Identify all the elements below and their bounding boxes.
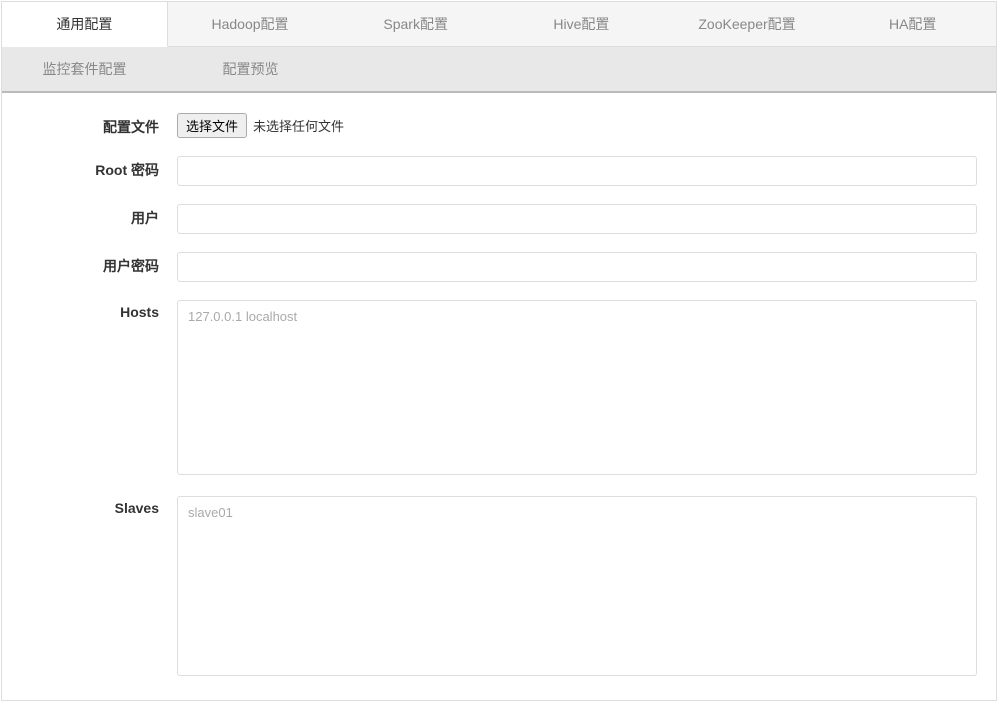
file-status-text: 未选择任何文件 xyxy=(253,116,344,135)
user-input[interactable] xyxy=(177,204,977,234)
tab-hadoop-config[interactable]: Hadoop配置 xyxy=(168,2,334,46)
row-user: 用户 xyxy=(12,204,986,234)
root-password-input[interactable] xyxy=(177,156,977,186)
label-user: 用户 xyxy=(12,204,177,234)
label-hosts: Hosts xyxy=(12,300,177,478)
row-hosts: Hosts xyxy=(12,300,986,478)
slaves-textarea[interactable] xyxy=(177,496,977,676)
row-user-password: 用户密码 xyxy=(12,252,986,282)
label-slaves: Slaves xyxy=(12,496,177,679)
label-config-file: 配置文件 xyxy=(12,113,177,138)
row-config-file: 配置文件 选择文件 未选择任何文件 xyxy=(12,113,986,138)
label-root-password: Root 密码 xyxy=(12,156,177,186)
tab-zookeeper-config[interactable]: ZooKeeper配置 xyxy=(665,2,831,46)
tabs-row-1: 通用配置 Hadoop配置 Spark配置 Hive配置 ZooKeeper配置… xyxy=(2,2,996,47)
row-root-password: Root 密码 xyxy=(12,156,986,186)
tab-general-config[interactable]: 通用配置 xyxy=(2,2,168,47)
form-content: 配置文件 选择文件 未选择任何文件 Root 密码 用户 用户密码 xyxy=(2,93,996,717)
choose-file-button[interactable]: 选择文件 xyxy=(177,113,247,138)
main-container: 通用配置 Hadoop配置 Spark配置 Hive配置 ZooKeeper配置… xyxy=(1,1,997,701)
hosts-textarea[interactable] xyxy=(177,300,977,475)
tab-monitor-suite-config[interactable]: 监控套件配置 xyxy=(2,47,168,91)
tab-ha-config[interactable]: HA配置 xyxy=(830,2,996,46)
tabs-row-2: 监控套件配置 配置预览 xyxy=(2,47,996,93)
label-user-password: 用户密码 xyxy=(12,252,177,282)
tab-config-preview[interactable]: 配置预览 xyxy=(168,47,334,91)
tab-spark-config[interactable]: Spark配置 xyxy=(333,2,499,46)
row-slaves: Slaves xyxy=(12,496,986,679)
tab-hive-config[interactable]: Hive配置 xyxy=(499,2,665,46)
user-password-input[interactable] xyxy=(177,252,977,282)
